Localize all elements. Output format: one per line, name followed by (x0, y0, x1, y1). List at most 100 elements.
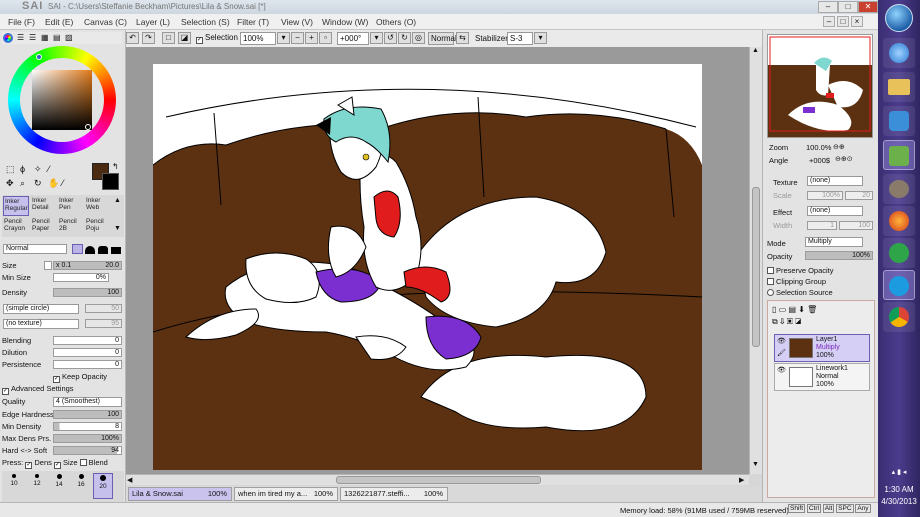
tool-scroll-up-icon[interactable]: ▲ (114, 197, 121, 204)
zoom-icon[interactable]: ⌕ (20, 178, 25, 189)
menu-edit[interactable]: Edit (E) (45, 17, 73, 27)
blending-slider[interactable]: 0 (53, 336, 122, 345)
zoom-in-button[interactable]: + (305, 32, 318, 44)
brush-size-preset-selected[interactable]: 20 (93, 473, 113, 499)
menu-selection[interactable]: Selection (S) (181, 17, 230, 27)
brush-texture-select[interactable]: (no texture) (3, 319, 79, 329)
size-lock-icon[interactable] (44, 261, 52, 270)
rotate-left-button[interactable]: ↺ (384, 32, 397, 44)
layer-row-active[interactable]: 👁 🖌 Layer1 Multiply 100% (774, 334, 870, 362)
layer-visibility-eye-icon[interactable]: 👁 (777, 337, 786, 345)
max-dens-prs-slider[interactable]: 100% (53, 434, 122, 443)
nav-angle-controls[interactable]: ⊖⊕⊙ (835, 155, 853, 163)
taskbar-skype-icon[interactable] (883, 270, 915, 300)
tool-pencil-crayon[interactable]: Pencil Crayon (3, 217, 29, 237)
zoom-out-button[interactable]: − (291, 32, 304, 44)
keep-opacity-toggle[interactable]: ✓ Keep Opacity (53, 372, 107, 383)
scroll-down-icon[interactable]: ▼ (752, 461, 759, 468)
menu-restore-button[interactable]: □ (837, 16, 849, 27)
tip-soft-icon[interactable] (98, 246, 108, 254)
taskbar-ie-icon[interactable] (883, 38, 915, 68)
layer-visibility-eye-icon[interactable]: 👁 (777, 366, 786, 374)
clear-layer-icon[interactable]: ▣ (787, 317, 793, 326)
redo-button[interactable]: ↷ (142, 32, 155, 44)
canvas-viewport[interactable] (126, 47, 749, 485)
taskbar-chrome-icon[interactable] (883, 302, 915, 332)
magic-wand-icon[interactable]: ✧ (34, 164, 42, 175)
brush-blend-mode-select[interactable]: Normal (3, 244, 67, 254)
texture-select[interactable]: (none) (807, 176, 863, 186)
undo-button[interactable]: ↶ (126, 32, 139, 44)
taskbar-media-icon[interactable] (883, 106, 915, 136)
copy-layer-icon[interactable]: ⧉ (772, 317, 778, 326)
menu-window[interactable]: Window (W) (322, 17, 368, 27)
hard-soft-slider[interactable]: 94 (53, 446, 122, 455)
document-tab[interactable]: when im tired my a... 100% (234, 487, 338, 501)
deselect-button[interactable]: □ (162, 32, 175, 44)
move-icon[interactable]: ✥ (6, 178, 14, 189)
preserve-opacity-toggle[interactable]: Preserve Opacity (767, 266, 834, 275)
taskbar-firefox-icon[interactable] (883, 206, 915, 236)
nav-zoom-controls[interactable]: ⊖⊕ (833, 143, 845, 151)
artwork-canvas[interactable] (126, 47, 749, 474)
invert-selection-button[interactable]: ◪ (178, 32, 191, 44)
delete-layer-icon[interactable]: 🗑 (807, 305, 817, 314)
eyedropper-icon[interactable]: ⁄ (48, 164, 50, 174)
document-tab-active[interactable]: Lila & Snow.sai 100% (128, 487, 232, 501)
press-size-checkbox[interactable]: ✓ (53, 462, 61, 469)
lasso-icon[interactable]: ϕ (20, 164, 25, 174)
view-mode-button[interactable]: Normal (428, 32, 457, 45)
mask-icon[interactable]: ◪ (795, 317, 801, 326)
dilution-slider[interactable]: 0 (53, 348, 122, 357)
maximize-button[interactable]: □ (838, 1, 858, 13)
brush-size-preset[interactable]: 14 (49, 473, 69, 499)
taskbar-date[interactable]: 4/30/2013 (878, 497, 920, 506)
zoom-dropdown-icon[interactable]: ▾ (277, 32, 290, 44)
selection-checkbox[interactable]: ✓ (196, 37, 203, 44)
keep-opacity-checkbox[interactable]: ✓ (53, 376, 60, 383)
selection-toggle[interactable]: ✓ Selection (196, 33, 238, 44)
flip-view-button[interactable]: ⇆ (456, 32, 469, 44)
tool-inker-detail[interactable]: Inker Detail (31, 196, 57, 216)
close-button[interactable]: ✕ (858, 1, 878, 13)
zoom-reset-button[interactable]: ▫ (319, 32, 332, 44)
brush-size-preset[interactable]: 10 (4, 473, 24, 499)
new-layer-icon[interactable]: ▯ (772, 305, 776, 314)
tip-round-icon[interactable] (85, 246, 95, 254)
taskbar-gimp-icon[interactable] (883, 174, 915, 204)
swap-colors-icon[interactable]: ↰ (112, 162, 119, 171)
selection-source-toggle[interactable]: Selection Source (767, 288, 833, 297)
merge-down-icon[interactable]: ⬇ (798, 305, 805, 314)
brush-shape-strength[interactable]: 50 (85, 304, 122, 313)
vertical-scrollbar[interactable]: ▲ ▼ (749, 47, 762, 474)
menu-view[interactable]: View (V) (281, 17, 313, 27)
min-size-slider[interactable]: 0% (53, 273, 109, 282)
hsv-slider-tab-icon[interactable]: ☰ (29, 33, 36, 42)
color-wheel[interactable] (8, 46, 116, 154)
effect-select[interactable]: (none) (807, 206, 863, 216)
menu-layer[interactable]: Layer (L) (136, 17, 170, 27)
density-slider[interactable]: 100 (53, 288, 122, 297)
color-picker-icon[interactable]: ⁄ (62, 178, 64, 188)
tool-inker-web[interactable]: Inker Web (85, 196, 111, 216)
tip-flat-icon[interactable] (111, 247, 121, 254)
new-linework-icon[interactable]: ▤ (788, 305, 796, 314)
scale-slider[interactable]: 100% (807, 191, 843, 200)
brush-shape-select[interactable]: (simple circle) (3, 304, 79, 314)
transfer-down-icon[interactable]: ⇩ (780, 317, 785, 326)
horizontal-scroll-thumb[interactable] (336, 476, 541, 484)
menu-file[interactable]: File (F) (8, 17, 35, 27)
rect-select-icon[interactable]: ⬚ (6, 164, 15, 175)
min-density-slider[interactable]: 8 (53, 422, 122, 431)
rotation-dropdown-icon[interactable]: ▾ (370, 32, 383, 44)
menu-canvas[interactable]: Canvas (C) (84, 17, 127, 27)
taskbar-xbox-icon[interactable] (883, 238, 915, 268)
width-slider[interactable]: 1 (807, 221, 837, 230)
tip-sharp-icon[interactable] (72, 244, 83, 254)
taskbar-sai-icon[interactable] (883, 140, 915, 170)
preserve-opacity-checkbox[interactable] (767, 267, 774, 274)
size-slider[interactable]: x 0.1 20.0 (53, 261, 122, 270)
rotation-field[interactable]: +000° (337, 32, 369, 45)
brush-texture-strength[interactable]: 95 (85, 319, 122, 328)
color-wheel-tab-icon[interactable] (3, 33, 13, 43)
